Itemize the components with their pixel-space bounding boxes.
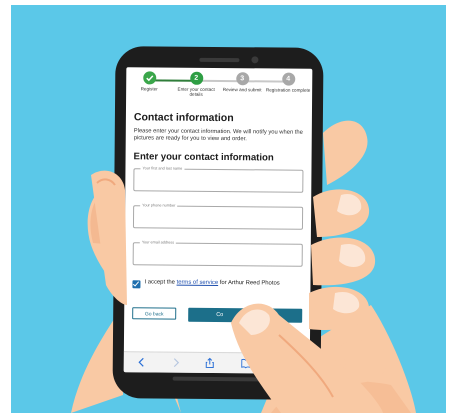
bookmarks-icon[interactable]: [240, 357, 252, 369]
step-2-indicator: 2: [189, 71, 203, 85]
intro-text: Please enter your contact information. W…: [133, 128, 303, 143]
phone-screen: Register 2 Enter your contact details 3 …: [123, 67, 313, 374]
terms-consent-text: I accept the terms of service for Arthur…: [144, 279, 302, 288]
share-icon[interactable]: [204, 357, 216, 369]
step-registration-complete: 4 Registration complete: [265, 72, 311, 93]
terms-suffix: for Arthur Reed Photos: [218, 280, 280, 287]
checkmark-icon: [145, 75, 153, 82]
phone-field-label: Your phone number: [140, 203, 178, 209]
terms-consent: I accept the terms of service for Arthur…: [132, 279, 302, 296]
browser-toolbar: [123, 351, 310, 374]
terms-prefix: I accept the: [144, 279, 177, 286]
step-review-submit: 3 Review and submit: [219, 72, 265, 93]
step-label: Register: [140, 86, 158, 92]
step-register: Register: [126, 71, 172, 92]
illustration-scene: Register 2 Enter your contact details 3 …: [11, 5, 446, 413]
step-label: Enter your contact details: [177, 86, 215, 98]
email-input[interactable]: [135, 247, 300, 264]
step-label: Registration complete: [265, 87, 311, 93]
phone-speaker: [199, 57, 240, 63]
phone-input[interactable]: [135, 210, 301, 227]
step-1-indicator: [142, 71, 156, 85]
page-title: Contact information: [133, 111, 234, 125]
step-label: Review and submit: [222, 87, 262, 93]
smartphone: Register 2 Enter your contact details 3 …: [112, 46, 324, 400]
home-indicator: [172, 376, 261, 382]
terms-checkbox[interactable]: [132, 280, 141, 289]
form-buttons: Go back Co: [132, 307, 303, 323]
forward-arrow-icon[interactable]: [170, 357, 182, 369]
continue-button[interactable]: Co: [188, 307, 303, 323]
phone-camera: [251, 56, 259, 64]
form-title: Enter your contact information: [133, 151, 274, 164]
step-4-indicator: 4: [281, 72, 295, 86]
name-field-label: Your first and last name: [140, 166, 185, 172]
name-field[interactable]: Your first and last name: [133, 166, 304, 193]
back-arrow-icon[interactable]: [136, 356, 148, 368]
name-input[interactable]: [136, 173, 301, 190]
email-field-label: Your email address: [139, 240, 177, 246]
checkmark-icon: [132, 280, 140, 287]
phone-field[interactable]: Your phone number: [132, 203, 304, 230]
go-back-button[interactable]: Go back: [132, 307, 177, 320]
step-contact-details: 2 Enter your contact details: [173, 71, 219, 98]
progress-stepper: Register 2 Enter your contact details 3 …: [126, 71, 312, 111]
step-3-indicator: 3: [235, 72, 249, 86]
terms-of-service-link[interactable]: terms of service: [177, 280, 219, 286]
tabs-icon[interactable]: [280, 358, 292, 370]
email-field[interactable]: Your email address: [132, 240, 303, 267]
